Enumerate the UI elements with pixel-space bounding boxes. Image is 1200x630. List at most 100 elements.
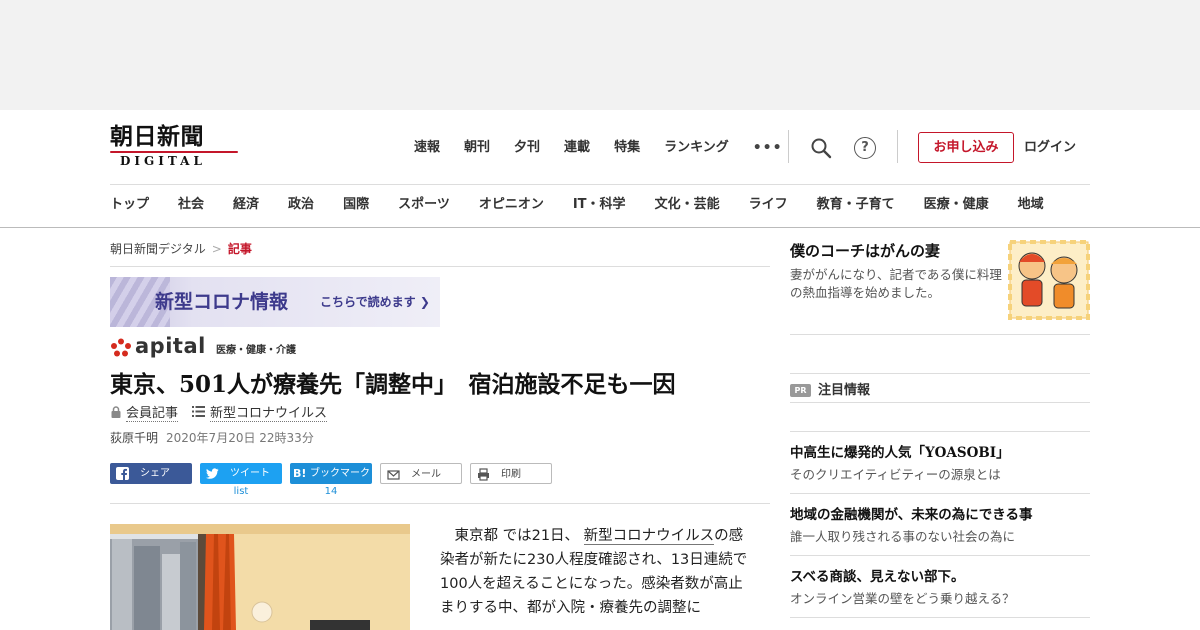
mail-share-button[interactable]: メール: [380, 463, 462, 484]
apply-button[interactable]: お申し込み: [918, 132, 1014, 163]
body-topic-link[interactable]: 新型コロナウイルス: [583, 528, 715, 545]
header-divider: [788, 130, 789, 163]
twitter-share-label: ツイート: [230, 468, 270, 479]
topnav-item-series[interactable]: 連載: [564, 138, 590, 158]
category-nav: トップ 社会 経済 政治 国際 スポーツ オピニオン IT・科学 文化・芸能 ラ…: [110, 195, 1044, 215]
pr-item-title: 地域の金融機関が、未来の為にできる事: [790, 507, 1033, 523]
topnav-item-ranking[interactable]: ランキング: [664, 138, 729, 158]
cat-culture[interactable]: 文化・芸能: [655, 195, 720, 215]
pr-item-desc: オンライン営業の壁をどう乗り越える？: [790, 591, 1015, 606]
twitter-share-button[interactable]: ツイート: [200, 463, 282, 484]
facebook-share-button[interactable]: シェア: [110, 463, 192, 484]
member-article-label[interactable]: 会員記事: [126, 406, 179, 422]
hatena-share-label: ブックマーク: [310, 468, 370, 479]
logo-main-text: 朝日新聞: [110, 123, 204, 150]
sidebar-pr-item[interactable]: 中高生に爆発的人気「YOASOBI」 そのクリエイティビティーの源泉とは: [790, 443, 1090, 485]
banner-link-text: こちらで読めます ❯: [320, 295, 430, 309]
twitter-count[interactable]: list: [200, 485, 282, 499]
pr-item-title: スベる商談、見えない部下。: [790, 569, 965, 585]
article-photo[interactable]: [110, 524, 410, 630]
breadcrumb-home[interactable]: 朝日新聞デジタル: [110, 242, 206, 256]
apital-logo-icon: [111, 338, 131, 357]
divider: [110, 503, 770, 504]
topnav-item-breaking[interactable]: 速報: [414, 138, 440, 158]
pr-item-desc: 誰一人取り残される事のない社会の為に: [790, 529, 1016, 544]
sidebar-pr-item[interactable]: スベる商談、見えない部下。 オンライン営業の壁をどう乗り越える？: [790, 567, 1090, 609]
cat-society[interactable]: 社会: [178, 195, 204, 215]
byline: 荻原千明 2020年7月20日 22時33分: [110, 429, 314, 447]
facebook-share-label: シェア: [140, 468, 170, 479]
author-name: 荻原千明: [110, 431, 159, 445]
login-link[interactable]: ログイン: [1024, 138, 1076, 158]
print-label: 印刷: [501, 469, 521, 480]
body-text-mid: では21日、: [498, 528, 584, 544]
feature-illustration: [1008, 240, 1090, 320]
cat-education[interactable]: 教育・子育て: [817, 195, 895, 215]
logo-rule: [110, 151, 238, 153]
breadcrumb: 朝日新聞デジタル > 記事: [110, 240, 252, 258]
hotel-room-photo: [110, 524, 410, 630]
more-menu-icon[interactable]: •••: [753, 138, 783, 158]
cat-top[interactable]: トップ: [110, 195, 149, 215]
divider: [790, 431, 1090, 432]
hatena-bookmark-button[interactable]: B! ブックマーク: [290, 463, 372, 484]
logo-sub-text: DIGITAL: [120, 154, 206, 168]
cat-economy[interactable]: 経済: [233, 195, 259, 215]
topnav-item-evening[interactable]: 夕刊: [514, 138, 540, 158]
publish-date: 2020年7月20日 22時33分: [166, 431, 314, 445]
sidebar-pr-item[interactable]: 地域の金融機関が、未来の為にできる事 誰一人取り残される事のない社会の為に: [790, 505, 1090, 547]
print-button[interactable]: 印刷: [470, 463, 552, 484]
corona-info-banner[interactable]: 新型コロナ情報 こちらで読めます ❯: [110, 277, 440, 327]
lock-icon: [111, 406, 121, 418]
sidebar-feature[interactable]: 僕のコーチはがんの妻 妻ががんになり、記者である僕に料理の熱血指導を始めました。: [790, 240, 1090, 334]
breadcrumb-separator: >: [211, 242, 222, 256]
article-body: 東京都 では21日、 新型コロナウイルスの感染者が新たに230人程度確認され、1…: [440, 524, 750, 620]
divider: [790, 334, 1090, 335]
header-divider: [897, 130, 898, 163]
print-icon: [478, 468, 489, 481]
cat-opinion[interactable]: オピニオン: [479, 195, 544, 215]
search-icon[interactable]: [810, 137, 832, 159]
divider: [790, 373, 1090, 374]
hatena-count[interactable]: 14: [290, 485, 372, 499]
article-headline: 東京、501人が療養先「調整中」 宿泊施設不足も一因: [110, 371, 676, 398]
topic-link[interactable]: 新型コロナウイルス: [210, 406, 328, 422]
cat-region[interactable]: 地域: [1018, 195, 1044, 215]
body-text-prefix: 東京都: [454, 528, 499, 544]
pr-label: 注目情報: [818, 383, 871, 398]
facebook-icon: [116, 467, 129, 480]
pr-item-desc: そのクリエイティビティーの源泉とは: [790, 467, 1001, 482]
pr-item-title: 中高生に爆発的人気「YOASOBI」: [790, 445, 1010, 461]
divider: [790, 493, 1090, 494]
divider: [110, 266, 770, 267]
site-logo[interactable]: 朝日新聞 DIGITAL: [110, 124, 245, 168]
cat-international[interactable]: 国際: [343, 195, 369, 215]
feature-description: 妻ががんになり、記者である僕に料理の熱血指導を始めました。: [790, 267, 1002, 300]
mail-icon: [387, 470, 400, 480]
banner-title: 新型コロナ情報: [155, 291, 289, 313]
apital-name: apital: [135, 334, 206, 358]
divider: [790, 617, 1090, 618]
divider: [790, 555, 1090, 556]
cat-sports[interactable]: スポーツ: [398, 195, 450, 215]
apital-tagline: 医療・健康・介護: [216, 345, 296, 356]
help-icon[interactable]: ?: [854, 137, 876, 159]
divider: [790, 402, 1090, 403]
list-icon: [192, 406, 206, 417]
topnav-item-features[interactable]: 特集: [614, 138, 640, 158]
ad-banner-area: [0, 0, 1200, 110]
hatena-icon: B!: [293, 467, 307, 480]
topnav-item-morning[interactable]: 朝刊: [464, 138, 490, 158]
cat-health[interactable]: 医療・健康: [924, 195, 989, 215]
article-meta: 会員記事 新型コロナウイルス: [110, 405, 328, 423]
top-nav: 速報 朝刊 夕刊 連載 特集 ランキング •••: [414, 138, 807, 158]
cat-life[interactable]: ライフ: [749, 195, 788, 215]
mail-share-label: メール: [411, 469, 441, 480]
pr-badge: PR: [790, 384, 811, 397]
header-rule: [110, 184, 1090, 185]
twitter-icon: [206, 468, 219, 479]
breadcrumb-current: 記事: [227, 242, 252, 256]
site-header: 朝日新聞 DIGITAL 速報 朝刊 夕刊 連載 特集 ランキング ••• ? …: [0, 110, 1200, 228]
cat-politics[interactable]: 政治: [288, 195, 314, 215]
cat-it-science[interactable]: IT・科学: [573, 195, 626, 215]
